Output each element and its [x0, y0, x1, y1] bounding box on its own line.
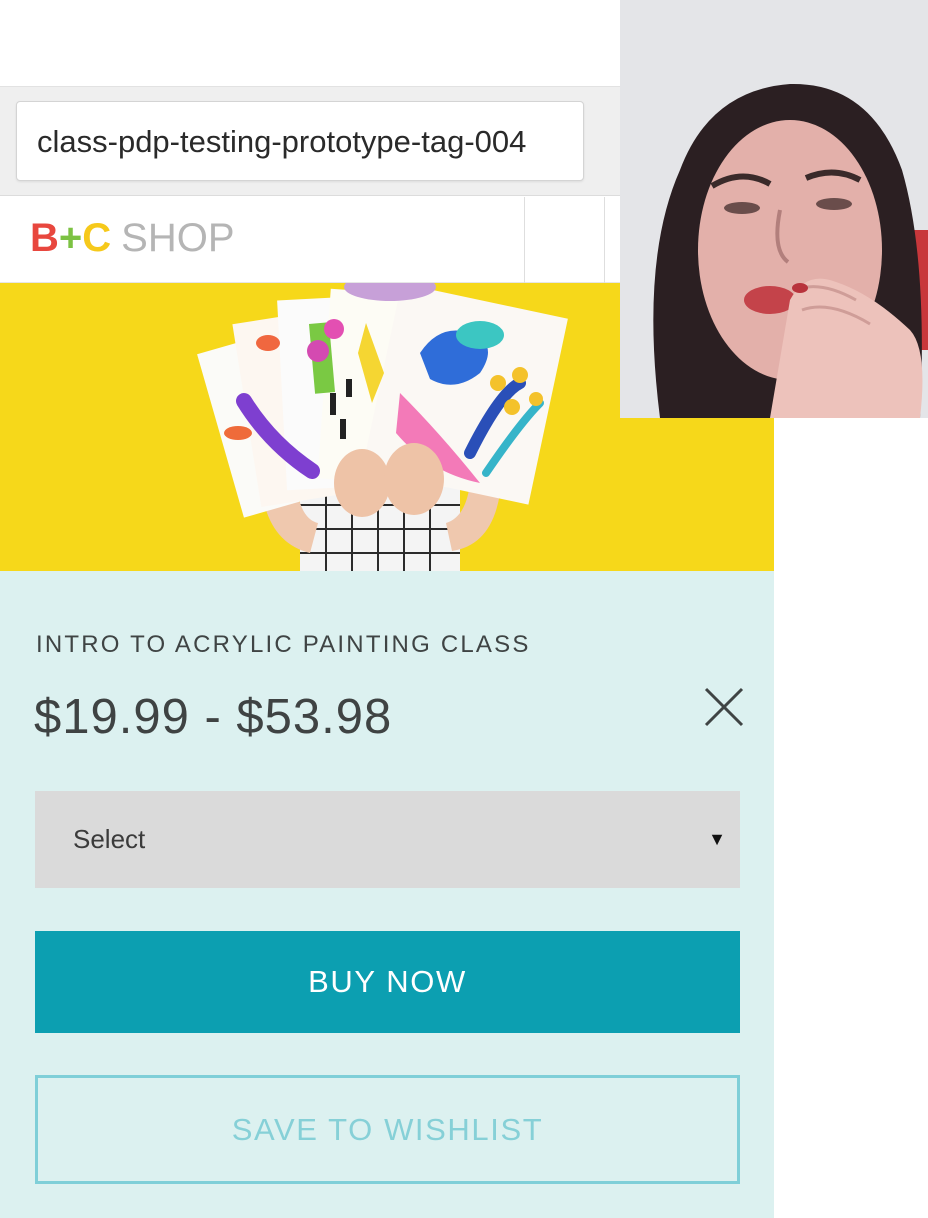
webcam-overlay [620, 0, 928, 418]
product-price: $19.99 - $53.98 [34, 690, 393, 744]
address-bar-url[interactable]: class-pdp-testing-prototype-tag-004 [37, 102, 526, 180]
buy-now-button[interactable]: BUY NOW [35, 931, 740, 1033]
save-to-wishlist-button[interactable]: SAVE TO WISHLIST [35, 1075, 740, 1184]
logo-plus: + [58, 216, 83, 260]
product-panel: INTRO TO ACRYLIC PAINTING CLASS $19.99 -… [0, 571, 774, 1218]
close-button[interactable] [702, 685, 746, 729]
logo-shop-text: SHOP [121, 216, 235, 260]
logo-letter-b: B [30, 216, 59, 260]
header-divider [524, 197, 525, 283]
address-bar[interactable]: class-pdp-testing-prototype-tag-004 [16, 101, 584, 181]
site-header: B+C SHOP [0, 197, 620, 283]
close-icon[interactable] [702, 685, 746, 729]
product-title: INTRO TO ACRYLIC PAINTING CLASS [36, 631, 531, 658]
browser-toolbar: class-pdp-testing-prototype-tag-004 [0, 86, 620, 196]
option-select[interactable]: Select ▼ [35, 791, 740, 888]
webcam-video-icon [620, 0, 928, 418]
logo-letter-c: C [82, 216, 112, 260]
header-divider [604, 197, 605, 283]
dropdown-arrow-icon: ▼ [708, 829, 726, 849]
top-blank-area [0, 0, 620, 86]
site-logo[interactable]: B+C SHOP [30, 215, 235, 261]
select-label: Select [73, 824, 146, 854]
